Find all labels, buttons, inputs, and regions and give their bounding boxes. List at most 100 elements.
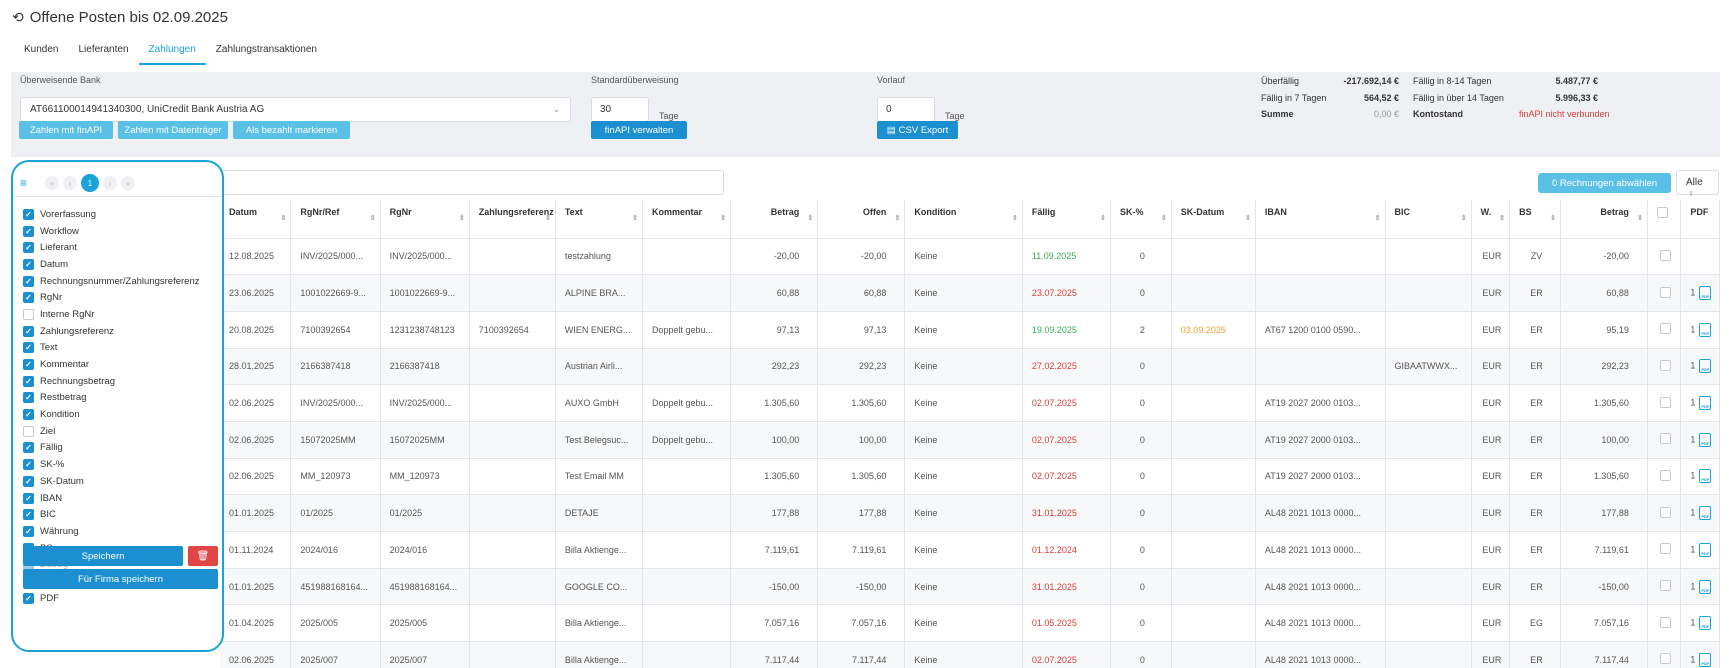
checkbox[interactable]: ✓ [23, 592, 34, 604]
prev-page-icon[interactable]: ‹ [63, 176, 77, 190]
table-row[interactable]: 23.06.2025 1001022669-9... 1001022669-9...… [220, 274, 1720, 312]
checkbox[interactable]: ✓ [23, 225, 34, 237]
column-header[interactable]: PDF [1680, 200, 1720, 239]
table-row[interactable]: 20.08.2025 7100392654 1231238748123 7100392… [220, 311, 1720, 349]
tab-zahlungstransaktionen[interactable]: Zahlungstransaktionen [206, 44, 327, 65]
tab-kunden[interactable]: Kunden [14, 44, 68, 65]
column-toggle-item[interactable]: ✓ SK-Datum [23, 473, 199, 490]
column-toggle-item[interactable]: Ziel [23, 423, 199, 440]
table-row[interactable]: 01.01.2025 01/2025 01/2025 DETAJE 177,88 177,… [220, 494, 1720, 532]
current-page[interactable]: 1 [81, 174, 99, 192]
column-header[interactable]: W. ⇕ [1471, 200, 1511, 239]
column-header[interactable]: Zahlungsreferenz ⇕ [469, 200, 556, 239]
search-input[interactable]: Suche [146, 170, 724, 195]
tab-zahlungen[interactable]: Zahlungen [138, 44, 206, 65]
checkbox[interactable]: ✓ [23, 292, 34, 304]
column-toggle-item[interactable]: ✓ Zahlungsreferenz [23, 323, 199, 340]
sort-icon[interactable]: ⇕ [1245, 214, 1251, 222]
sort-icon[interactable]: ⇕ [281, 214, 287, 222]
column-toggle-item[interactable]: ✓ Währung [23, 523, 199, 540]
pdf-icon[interactable] [1699, 322, 1712, 337]
row-checkbox[interactable] [1660, 249, 1672, 261]
pdf-icon[interactable] [1699, 432, 1712, 447]
row-checkbox[interactable] [1660, 286, 1672, 298]
column-header[interactable]: Betrag ⇕ [1560, 200, 1648, 239]
sort-icon[interactable]: ⇕ [1550, 214, 1556, 222]
save-for-company-button[interactable]: Für Firma speichern [23, 569, 218, 589]
table-row[interactable]: 02.06.2025 15072025MM 15072025MM Test Beleg… [220, 421, 1720, 459]
column-header[interactable]: Fällig ⇕ [1022, 200, 1112, 239]
checkbox[interactable]: ✓ [23, 359, 34, 371]
sort-icon[interactable]: ⇕ [545, 214, 551, 222]
checkbox[interactable]: ✓ [23, 275, 34, 287]
checkbox[interactable]: ✓ [23, 325, 34, 337]
vorlauf-input[interactable]: 0 [877, 97, 935, 122]
checkbox[interactable]: ✓ [23, 342, 34, 354]
als-bezahlt-button[interactable]: Als bezahlt markieren [233, 121, 350, 139]
sort-icon[interactable]: ⇕ [370, 214, 376, 222]
row-checkbox[interactable] [1660, 506, 1672, 518]
row-checkbox[interactable] [1660, 580, 1672, 592]
sort-icon[interactable]: ⇕ [1012, 214, 1018, 222]
table-row[interactable]: 02.06.2025 2025/007 2025/007 Billa Aktienge… [220, 641, 1720, 668]
column-header[interactable]: SK-% ⇕ [1110, 200, 1172, 239]
first-page-icon[interactable]: « [45, 176, 59, 190]
pdf-icon[interactable] [1699, 469, 1712, 484]
sort-icon[interactable]: ⇕ [459, 214, 465, 222]
checkbox[interactable]: ✓ [23, 208, 34, 220]
column-toggle-item[interactable]: Interne RgNr [23, 306, 199, 323]
column-header[interactable]: Betrag ⇕ [730, 200, 819, 239]
sort-icon[interactable]: ⇕ [632, 214, 638, 222]
column-toggle-item[interactable]: ✓ SK-% [23, 456, 199, 473]
sort-icon[interactable]: ⇕ [720, 214, 726, 222]
column-toggle-item[interactable]: ✓ Text [23, 340, 199, 357]
column-header[interactable]: Text ⇕ [555, 200, 643, 239]
checkbox[interactable]: ✓ [23, 492, 34, 504]
row-checkbox[interactable] [1660, 433, 1672, 445]
checkbox[interactable]: ✓ [23, 442, 34, 454]
column-toggle-item[interactable]: ✓ RgNr [23, 289, 199, 306]
pdf-icon[interactable] [1699, 396, 1712, 411]
sort-icon[interactable]: ⇕ [807, 214, 813, 222]
column-header[interactable]: SK-Datum ⇕ [1171, 200, 1256, 239]
csv-export-button[interactable]: ▤ CSV Export [877, 121, 958, 139]
checkbox[interactable]: ✓ [23, 242, 34, 254]
checkbox[interactable]: ✓ [23, 525, 34, 537]
sort-icon[interactable]: ⇕ [1375, 214, 1381, 222]
row-checkbox[interactable] [1660, 616, 1672, 628]
pdf-icon[interactable] [1699, 286, 1712, 301]
checkbox[interactable]: ✓ [23, 258, 34, 270]
column-header[interactable]: RgNr ⇕ [380, 200, 470, 239]
rechnungen-abwaehlen-button[interactable]: 0 Rechnungen abwählen [1538, 173, 1671, 193]
checkbox[interactable]: ✓ [23, 509, 34, 521]
pdf-icon[interactable] [1699, 359, 1712, 374]
column-toggle-item[interactable]: ✓ Rechnungsnummer/Zahlungsreferenz [23, 273, 199, 290]
checkbox[interactable]: ✓ [23, 475, 34, 487]
column-header[interactable]: BS ⇕ [1509, 200, 1561, 239]
column-toggle-item[interactable]: ✓ Rechnungsbetrag [23, 373, 199, 390]
bank-select[interactable]: AT661100014941340300, UniCredit Bank Aus… [20, 97, 571, 122]
column-header[interactable] [1647, 200, 1682, 239]
tab-lieferanten[interactable]: Lieferanten [68, 44, 138, 65]
column-header[interactable]: Datum ⇕ [220, 200, 292, 239]
menu-icon[interactable]: ≡ [20, 176, 27, 190]
column-toggle-item[interactable]: ✓ Fällig [23, 440, 199, 457]
checkbox[interactable] [23, 425, 34, 437]
table-row[interactable]: 28.01.2025 2166387418 2166387418 Austrian A… [220, 348, 1720, 386]
table-row[interactable]: 01.04.2025 2025/005 2025/005 Billa Aktienge… [220, 604, 1720, 643]
table-row[interactable]: 01.01.2025 451988168164... 451988168164...… [220, 568, 1720, 606]
column-header[interactable]: RgNr/Ref ⇕ [290, 200, 381, 239]
checkbox[interactable]: ✓ [23, 409, 34, 421]
table-row[interactable]: 02.06.2025 MM_120973 MM_120973 Test Email M… [220, 458, 1720, 496]
row-checkbox[interactable] [1660, 396, 1672, 408]
checkbox[interactable] [23, 308, 34, 320]
select-all-checkbox[interactable] [1656, 207, 1668, 218]
row-checkbox[interactable] [1660, 323, 1672, 335]
save-button[interactable]: Speichern [23, 546, 183, 566]
sort-icon[interactable]: ⇕ [1499, 214, 1505, 222]
column-header[interactable]: Offen ⇕ [817, 200, 906, 239]
column-toggle-item[interactable]: ✓ BIC [23, 506, 199, 523]
sort-icon[interactable]: ⇕ [1637, 214, 1643, 222]
column-header[interactable]: Kondition ⇕ [904, 200, 1023, 239]
table-row[interactable]: 12.08.2025 INV/2025/000... INV/2025/000...… [220, 238, 1720, 276]
